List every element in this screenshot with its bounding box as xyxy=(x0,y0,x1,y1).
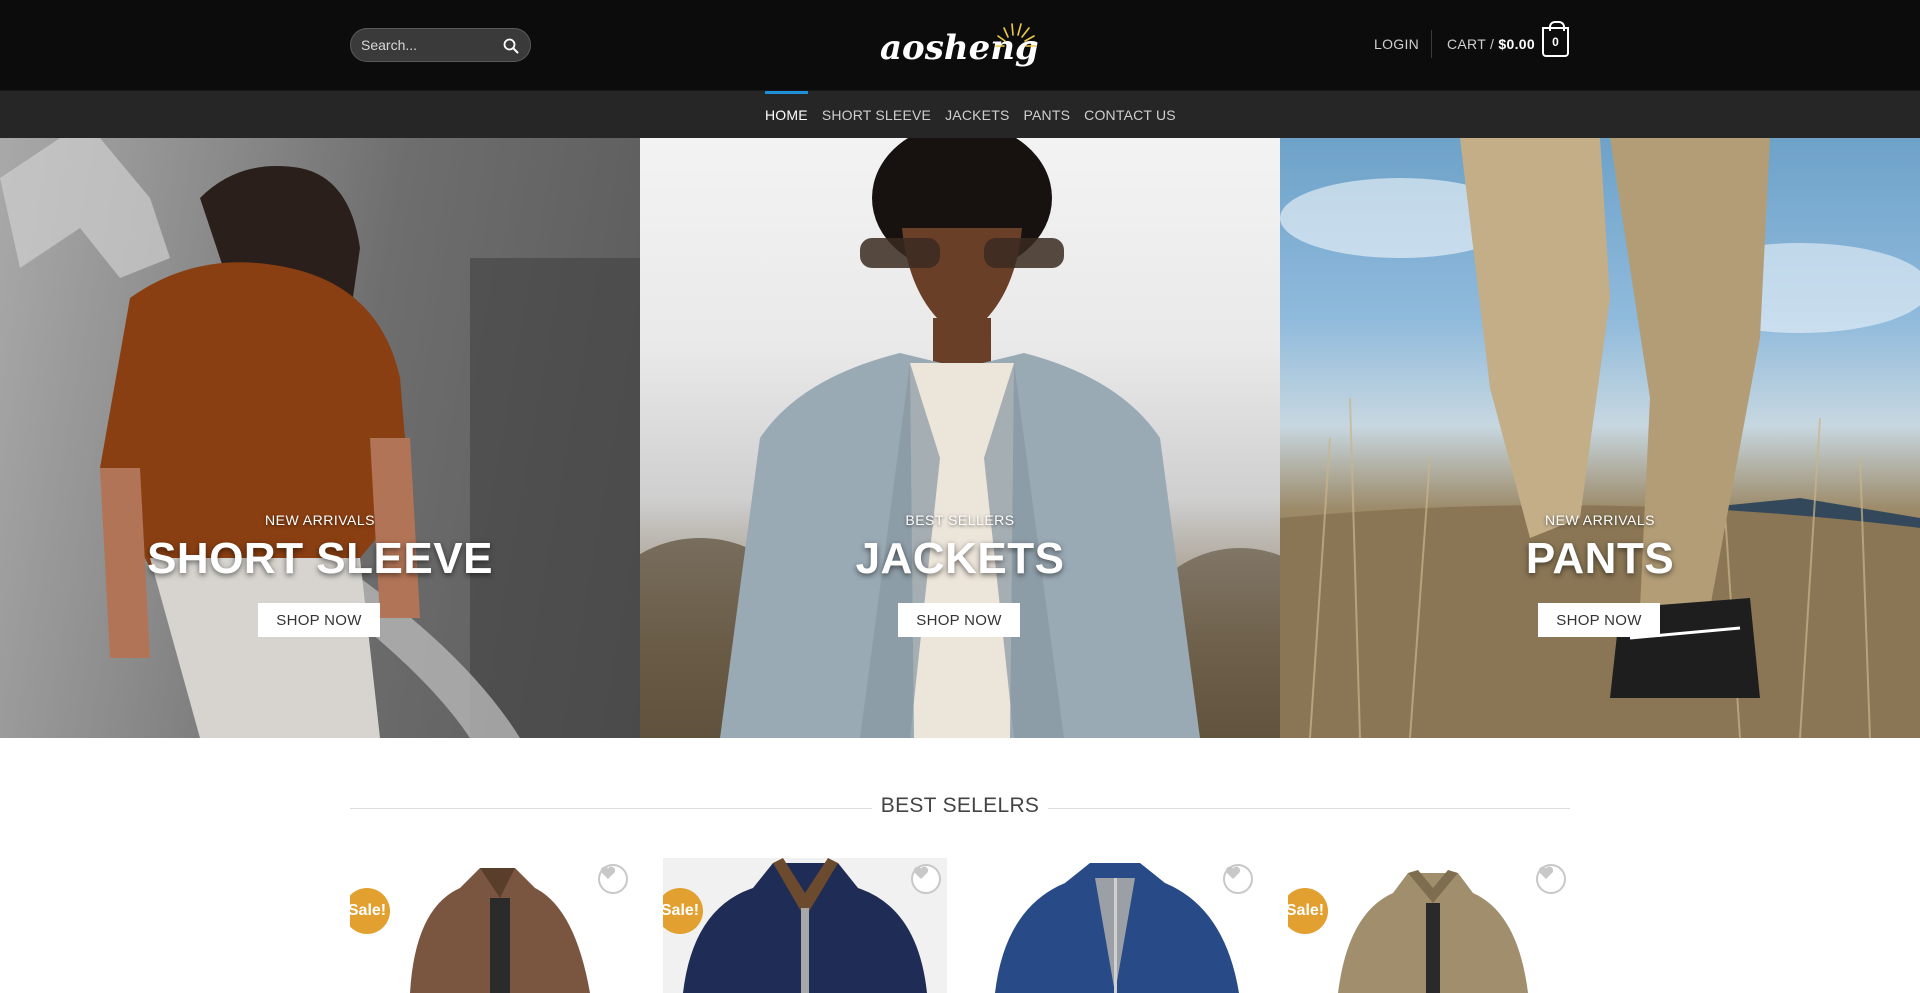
product-image xyxy=(683,858,927,993)
banner-subtitle: NEW ARRIVALS xyxy=(265,512,375,528)
shop-now-button[interactable]: SHOP NOW xyxy=(258,603,380,637)
cart-total: $0.00 xyxy=(1498,36,1535,52)
banner-title: PANTS xyxy=(1525,534,1675,583)
nav-item-pants[interactable]: PANTS xyxy=(1024,91,1071,139)
banner-title: JACKETS xyxy=(855,534,1065,583)
banner-photo xyxy=(0,138,640,738)
shop-now-button[interactable]: SHOP NOW xyxy=(898,603,1020,637)
banner-subtitle: NEW ARRIVALS xyxy=(1545,512,1655,528)
nav-item-jackets[interactable]: JACKETS xyxy=(945,91,1009,139)
product-image xyxy=(995,863,1239,993)
cart-count: 0 xyxy=(1552,35,1559,49)
banner-title: SHORT SLEEVE xyxy=(147,534,493,583)
main-nav: HOME SHORT SLEEVE JACKETS PANTS CONTACT … xyxy=(0,90,1920,138)
product-image xyxy=(410,868,590,993)
product-card[interactable]: Sale! xyxy=(1288,858,1572,993)
shop-now-button[interactable]: SHOP NOW xyxy=(1538,603,1660,637)
cart-link[interactable]: CART / $0.00 xyxy=(1447,36,1535,52)
header-divider xyxy=(1431,30,1432,58)
product-card[interactable]: Sale! xyxy=(350,858,634,993)
banner-photo xyxy=(1280,138,1920,738)
heart-icon[interactable] xyxy=(598,864,628,894)
nav-item-short-sleeve[interactable]: SHORT SLEEVE xyxy=(822,91,931,139)
search-box[interactable] xyxy=(350,28,531,62)
product-image xyxy=(1338,870,1528,993)
site-logo[interactable]: aosheng xyxy=(880,14,1040,74)
heart-icon[interactable] xyxy=(1223,864,1253,894)
product-card[interactable]: Sale! xyxy=(663,858,947,993)
banner-photo xyxy=(640,138,1280,738)
banner-jackets[interactable]: BEST SELLERS JACKETS SHOP NOW xyxy=(640,138,1280,738)
best-sellers-title: BEST SELELRS xyxy=(880,794,1040,817)
heart-icon[interactable] xyxy=(911,864,941,894)
logo-sun-icon xyxy=(995,23,1037,47)
product-card[interactable] xyxy=(975,858,1259,993)
banner-pants[interactable]: NEW ARRIVALS PANTS SHOP NOW xyxy=(1280,138,1920,738)
search-input[interactable] xyxy=(361,29,501,61)
heart-icon[interactable] xyxy=(1536,864,1566,894)
section-divider-right xyxy=(1048,808,1570,809)
cart-label: CART / xyxy=(1447,36,1495,52)
top-header: aosheng LOGIN CART / $0.00 0 xyxy=(0,0,1920,90)
cart-icon[interactable]: 0 xyxy=(1542,21,1569,57)
nav-item-contact-us[interactable]: CONTACT US xyxy=(1084,91,1176,139)
login-link[interactable]: LOGIN xyxy=(1374,36,1419,52)
nav-item-home[interactable]: HOME xyxy=(765,91,808,139)
search-icon[interactable] xyxy=(498,33,524,59)
banner-subtitle: BEST SELLERS xyxy=(905,512,1015,528)
banner-short-sleeve[interactable]: NEW ARRIVALS SHORT SLEEVE SHOP NOW xyxy=(0,138,640,738)
